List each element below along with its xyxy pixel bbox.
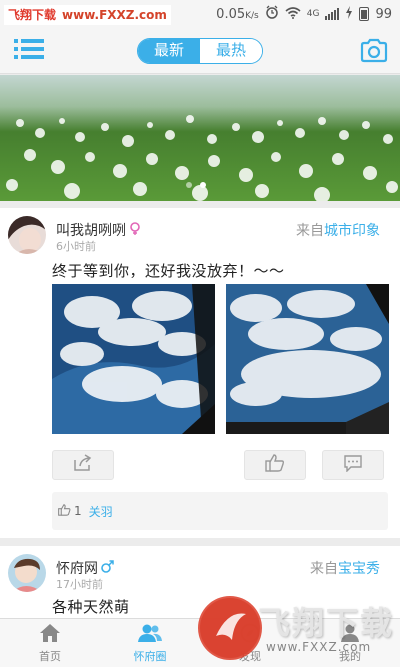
tab-circle[interactable]: 怀府圈 <box>100 619 200 667</box>
watermark-url: www.FXXZ.com <box>62 8 167 22</box>
alarm-icon <box>265 5 279 23</box>
thumbs-up-icon <box>265 454 285 476</box>
like-button[interactable] <box>244 450 306 480</box>
avatar[interactable] <box>8 216 46 254</box>
network-type: 4G <box>306 9 320 19</box>
post-photo[interactable] <box>226 284 389 434</box>
battery-level: 99 <box>375 6 392 22</box>
male-icon <box>101 559 114 577</box>
share-icon <box>73 454 93 476</box>
tab-home[interactable]: 首页 <box>0 619 100 667</box>
menu-button[interactable] <box>14 38 44 62</box>
post-author[interactable]: 叫我胡咧咧 <box>56 220 141 240</box>
female-icon <box>129 221 141 239</box>
carousel-dot[interactable] <box>186 182 192 188</box>
post-card: 叫我胡咧咧 6小时前 来自城市印象 终于等到你，还好我没放弃！～～ 1 关羽 <box>0 208 400 538</box>
status-indicators: 0.05K/s 4G 99 <box>216 4 392 24</box>
post-photo[interactable] <box>52 284 215 434</box>
post-source-prefix: 来自 <box>310 561 338 577</box>
post-source: 来自宝宝秀 <box>310 558 380 578</box>
battery-icon <box>359 7 370 21</box>
post-source-link[interactable]: 城市印象 <box>324 223 380 239</box>
home-icon <box>39 623 61 646</box>
wifi-icon <box>285 6 301 23</box>
watermark-bottom-right: 飞翔下载 www.FXXZ.com <box>198 596 400 667</box>
network-speed: 0.05K/s <box>216 7 259 22</box>
watermark-logo-icon <box>198 596 262 660</box>
app-screen: 飞翔下载 www.FXXZ.com 0.05K/s 4G 99 最新 最热 叫我… <box>0 0 400 667</box>
top-nav: 最新 最热 <box>0 28 400 74</box>
feed-toggle: 最新 最热 <box>137 38 263 64</box>
tab-hottest[interactable]: 最热 <box>200 39 262 63</box>
network-speed-value: 0.05 <box>216 6 246 22</box>
post-content: 终于等到你，还好我没放弃！～～ <box>52 262 285 280</box>
watermark-top-left: 飞翔下载 www.FXXZ.com <box>4 5 171 25</box>
post-author-name[interactable]: 怀府网 <box>56 558 98 578</box>
watermark-url-bottom: www.FXXZ.com <box>266 640 372 654</box>
post-content: 各种天然萌 <box>52 598 130 616</box>
share-button[interactable] <box>52 450 114 480</box>
camera-icon <box>360 38 388 67</box>
network-speed-unit: K/s <box>245 10 259 21</box>
carousel-dot-active[interactable] <box>200 182 206 188</box>
post-time: 17小时前 <box>56 578 103 591</box>
post-source-prefix: 来自 <box>296 223 324 239</box>
thumbs-up-small-icon <box>58 503 71 519</box>
tab-latest[interactable]: 最新 <box>138 39 200 63</box>
like-count: 1 <box>74 504 82 518</box>
camera-button[interactable] <box>360 37 388 63</box>
liker-name[interactable]: 关羽 <box>89 503 113 520</box>
post-author-name[interactable]: 叫我胡咧咧 <box>56 220 126 240</box>
post-author[interactable]: 怀府网 <box>56 558 114 578</box>
menu-icon <box>14 38 44 60</box>
comment-icon <box>343 454 363 476</box>
tab-circle-label: 怀府圈 <box>133 649 167 663</box>
likes-summary: 1 关羽 <box>52 492 388 530</box>
tab-home-label: 首页 <box>39 649 61 663</box>
comment-button[interactable] <box>322 450 384 480</box>
post-source-link[interactable]: 宝宝秀 <box>338 561 380 577</box>
watermark-title: 飞翔下载 <box>258 604 395 642</box>
post-time: 6小时前 <box>56 240 96 253</box>
avatar[interactable] <box>8 554 46 592</box>
carousel-indicator <box>186 182 206 188</box>
status-bar: 飞翔下载 www.FXXZ.com 0.05K/s 4G 99 <box>0 0 400 28</box>
post-source: 来自城市印象 <box>296 220 380 240</box>
group-icon <box>138 623 162 646</box>
charging-icon <box>345 5 353 23</box>
watermark-brand: 飞翔下载 <box>8 8 57 22</box>
signal-icon <box>325 8 340 20</box>
